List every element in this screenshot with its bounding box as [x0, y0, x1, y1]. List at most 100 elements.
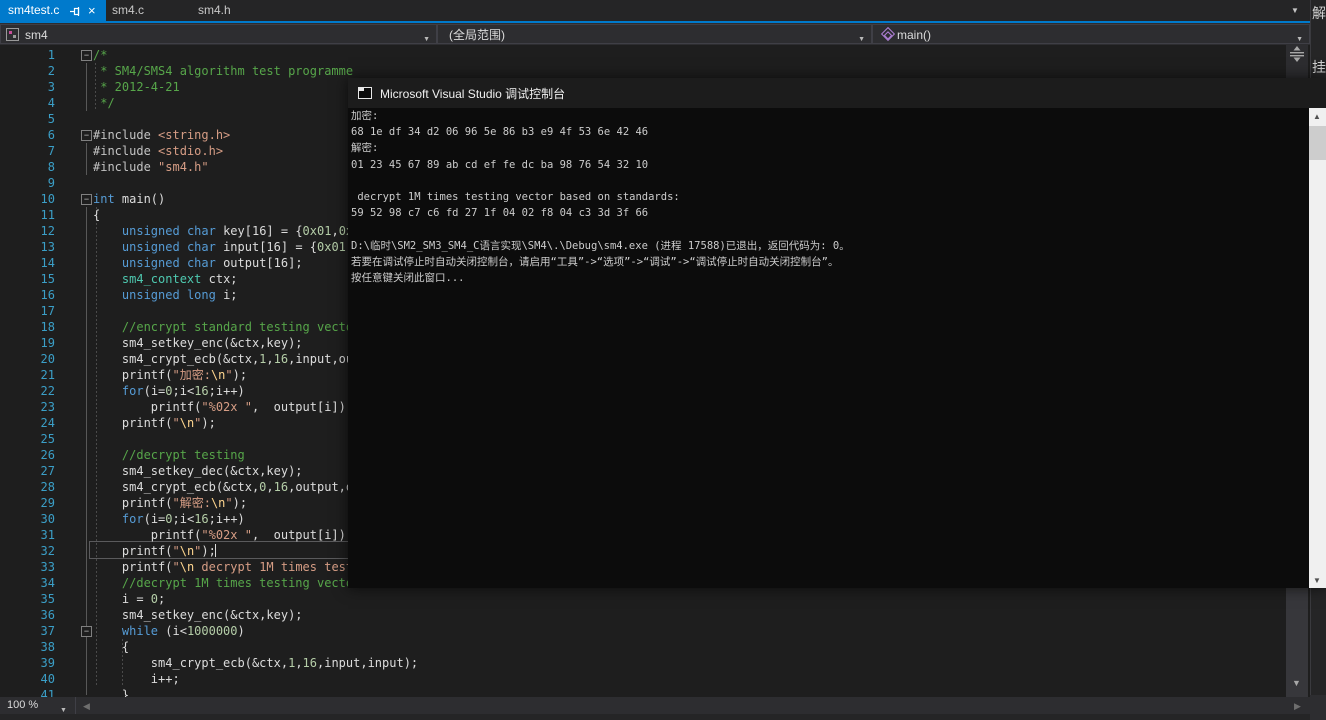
code-text: sm4_context ctx; — [121, 272, 238, 286]
line-number: 31 — [40, 528, 55, 542]
code-line-2[interactable]: 2 * SM4/SMS4 algorithm test programme — [0, 63, 1285, 79]
code-text: printf("%02x ", output[i]); — [93, 528, 354, 542]
console-icon — [358, 87, 372, 99]
scroll-right-icon[interactable]: ▶ — [1294, 701, 1301, 712]
tab-sm4c[interactable]: sm4.c — [112, 0, 144, 21]
code-line-35[interactable]: 35 i = 0; — [0, 591, 1285, 607]
scope-name: (全局范围) — [449, 28, 505, 42]
console-scrollbar[interactable]: ▲ ▼ — [1309, 108, 1326, 588]
line-number: 41 — [40, 688, 55, 697]
console-line: D:\临时\SM2_SM3_SM4_C语言实现\SM4\.\Debug\sm4.… — [351, 239, 850, 252]
zoom-selector[interactable]: 100 % ▼ — [0, 697, 76, 714]
fold-guide — [86, 63, 87, 111]
code-text: printf("\n decrypt 1M times test — [93, 560, 354, 574]
code-text: unsigned char key[16] = {0x01,0x — [121, 224, 354, 238]
line-number: 6 — [47, 128, 55, 142]
code-text: printf("解密:\n"); — [93, 496, 248, 510]
line-number: 17 — [40, 304, 55, 318]
line-number: 25 — [40, 432, 55, 446]
code-text: unsigned char output[16]; — [121, 256, 303, 270]
member-dropdown[interactable]: main() ▼ — [872, 24, 1310, 44]
line-number: 14 — [40, 256, 55, 270]
line-number: 32 — [40, 544, 55, 558]
fold-collapse-icon[interactable]: − — [81, 130, 92, 141]
line-number: 24 — [40, 416, 55, 430]
line-number: 4 — [47, 96, 55, 110]
code-line-36[interactable]: 36 sm4_setkey_enc(&ctx,key); — [0, 607, 1285, 623]
editor-bottom-bar: 100 % ▼ ◀ ▶ — [0, 697, 1310, 714]
tab-strip: sm4test.c × sm4.c sm4.h ▼ — [0, 0, 1326, 21]
clipped-glyph: 挂 — [1312, 59, 1326, 75]
code-text: { — [93, 208, 101, 222]
console-line: 若要在调试停止时自动关闭控制台，请启用“工具”->“选项”->“调试”->“调试… — [351, 255, 839, 268]
editor-scrollbar-bottom[interactable]: ▼ — [1286, 588, 1308, 697]
code-text: #include <string.h> — [93, 128, 231, 142]
line-number: 3 — [47, 80, 55, 94]
code-text: unsigned char input[16] = {0x01, — [121, 240, 353, 254]
fold-guide — [86, 207, 87, 695]
line-number: 16 — [40, 288, 55, 302]
clipped-glyph: 解 — [1312, 5, 1326, 21]
code-text: int main() — [93, 192, 166, 206]
console-title: Microsoft Visual Studio 调试控制台 — [380, 87, 566, 101]
console-line: 59 52 98 c7 c6 fd 27 1f 04 02 f8 04 c3 3… — [351, 207, 649, 220]
project-dropdown[interactable]: sm4 ▼ — [0, 24, 437, 44]
line-number: 22 — [40, 384, 55, 398]
tab-sm4h[interactable]: sm4.h — [198, 0, 231, 21]
code-line-39[interactable]: 39 sm4_crypt_ecb(&ctx,1,16,input,input); — [0, 655, 1285, 671]
tab-list-dropdown-icon[interactable]: ▼ — [1291, 6, 1299, 15]
split-editor-handle-icon[interactable] — [1290, 46, 1304, 67]
line-number: 1 — [47, 48, 55, 62]
line-number: 26 — [40, 448, 55, 462]
scope-dropdown[interactable]: (全局范围) ▼ — [437, 24, 872, 44]
scrollbar-thumb[interactable] — [1309, 126, 1326, 160]
scroll-down-icon[interactable]: ▼ — [1313, 576, 1321, 585]
scroll-down-icon[interactable]: ▼ — [1292, 678, 1301, 688]
close-tab-icon[interactable]: × — [88, 0, 96, 21]
code-text: while (i<1000000) — [121, 624, 245, 638]
line-number: 19 — [40, 336, 55, 350]
code-text: i = 0; — [93, 592, 166, 606]
line-number: 36 — [40, 608, 55, 622]
line-number: 38 — [40, 640, 55, 654]
console-line: 加密: — [351, 110, 379, 122]
code-line-37[interactable]: 37 − while (i<1000000) — [0, 623, 1285, 639]
fold-collapse-icon[interactable]: − — [81, 194, 92, 205]
code-line-41[interactable]: 41 } — [0, 687, 1285, 697]
editor-scrollbar-top[interactable] — [1286, 45, 1308, 78]
code-text: sm4_crypt_ecb(&ctx,1,16,input,ou — [93, 352, 354, 366]
console-title-bar[interactable]: Microsoft Visual Studio 调试控制台 — ✕ — [348, 78, 1326, 108]
line-number: 30 — [40, 512, 55, 526]
code-line-1[interactable]: 1 −/* — [0, 47, 1285, 63]
method-icon — [880, 26, 896, 42]
line-number: 21 — [40, 368, 55, 382]
tab-sm4test[interactable]: sm4test.c × — [0, 0, 106, 21]
code-text: //encrypt standard testing vecto — [121, 320, 354, 334]
line-number: 12 — [40, 224, 55, 238]
code-line-40[interactable]: 40 i++; — [0, 671, 1285, 687]
line-number: 29 — [40, 496, 55, 510]
code-text: for(i=0;i<16;i++) — [121, 384, 245, 398]
line-number: 39 — [40, 656, 55, 670]
console-line: 68 1e df 34 d2 06 96 5e 86 b3 e9 4f 53 6… — [351, 126, 649, 139]
code-text: sm4_setkey_dec(&ctx,key); — [93, 464, 303, 478]
scroll-left-icon[interactable]: ◀ — [83, 701, 90, 712]
fold-collapse-icon[interactable]: − — [81, 626, 92, 637]
fold-collapse-icon[interactable]: − — [81, 50, 92, 61]
debug-console-window[interactable]: Microsoft Visual Studio 调试控制台 — ✕ 加密: 68 … — [348, 78, 1326, 588]
code-text: i++; — [93, 672, 180, 686]
line-number: 5 — [47, 112, 55, 126]
code-text: //decrypt 1M times testing vecto — [121, 576, 354, 590]
code-text: */ — [93, 96, 115, 110]
console-line: decrypt 1M times testing vector based on… — [351, 191, 680, 203]
member-name: main() — [897, 28, 932, 42]
navigation-bar: sm4 ▼ (全局范围) ▼ main() ▼ — [0, 23, 1310, 45]
line-number: 34 — [40, 576, 55, 590]
code-text: for(i=0;i<16;i++) — [121, 512, 245, 526]
code-line-38[interactable]: 38 { — [0, 639, 1285, 655]
code-text: //decrypt testing — [121, 448, 245, 462]
code-text: printf("\n"); — [93, 544, 216, 558]
scroll-up-icon[interactable]: ▲ — [1313, 112, 1321, 121]
line-number: 9 — [47, 176, 55, 190]
code-text: sm4_setkey_enc(&ctx,key); — [93, 608, 303, 622]
